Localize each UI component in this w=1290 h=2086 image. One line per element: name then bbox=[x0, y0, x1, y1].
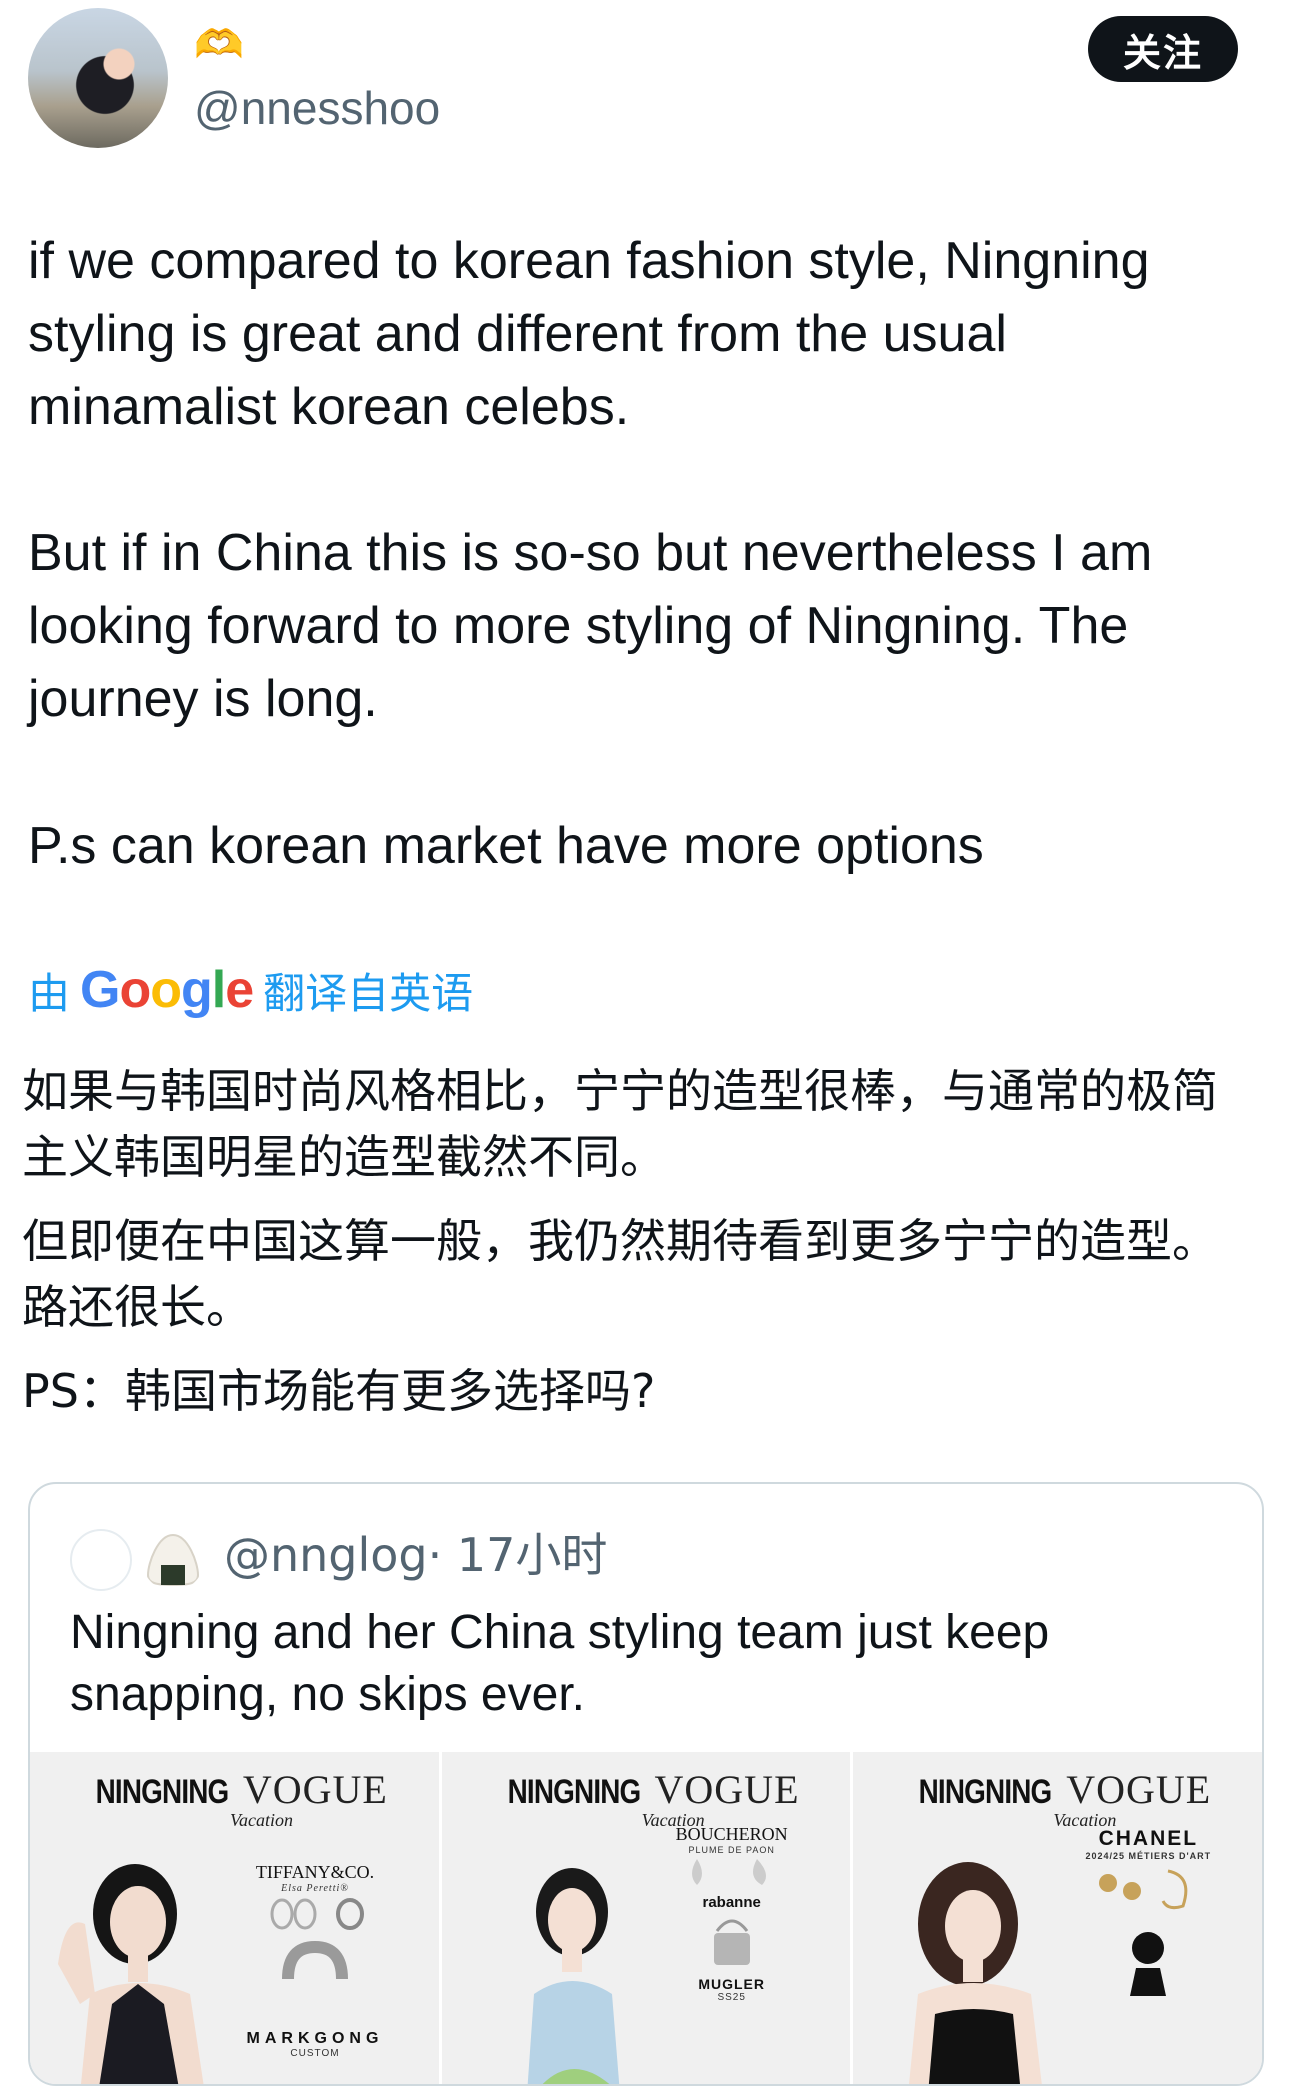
translation-attribution[interactable]: 由 Google 翻译自英语 bbox=[28, 960, 473, 1020]
brand-block-1: CHANEL 2024/25 MÉTIERS D'ART bbox=[1063, 1827, 1233, 2001]
brand-sub-3: SS25 bbox=[717, 1992, 746, 2003]
panel-title: NINGNING bbox=[918, 1773, 1053, 1811]
quote-media-grid[interactable]: NINGNING VOGUE Vacation TIFFANY&CO. Elsa … bbox=[30, 1752, 1262, 2084]
magazine-logo: VOGUE bbox=[654, 1767, 800, 1812]
cuff-bracelet-icon bbox=[282, 1940, 348, 1980]
follow-button[interactable]: 关注 bbox=[1088, 16, 1238, 82]
google-logo-icon: Google bbox=[80, 960, 254, 1020]
tweet-paragraph-3: P.s can korean market have more options bbox=[28, 817, 984, 875]
google-letter: e bbox=[225, 961, 254, 1019]
heart-hands-icon: 🫶 bbox=[194, 23, 244, 67]
panel-header: NINGNING VOGUE Vacation bbox=[442, 1766, 851, 1830]
brand-name: MARKGONG bbox=[246, 2030, 384, 2047]
panel-title: NINGNING bbox=[95, 1773, 229, 1811]
brand-block-2: MARKGONG CUSTOM bbox=[240, 2030, 390, 2059]
brand-name: TIFFANY&CO. bbox=[255, 1862, 375, 1882]
magazine-logo: VOGUE bbox=[1066, 1767, 1212, 1812]
brand-name-3: MUGLER bbox=[698, 1976, 765, 1992]
media-panel-3[interactable]: NINGNING VOGUE Vacation CHANEL 2024/25 MÉ… bbox=[853, 1752, 1262, 2084]
brand-block-1: TIFFANY&CO. Elsa Peretti® bbox=[240, 1862, 390, 1994]
rice-ball-avatar-icon[interactable] bbox=[142, 1529, 204, 1591]
panel-header: NINGNING VOGUE Vacation bbox=[853, 1766, 1262, 1830]
translation-suffix: 翻译自英语 bbox=[263, 969, 474, 1017]
google-letter: G bbox=[80, 961, 120, 1019]
tweet-paragraph-1: if we compared to korean fashion style, … bbox=[28, 232, 1150, 436]
brand-sub: CUSTOM bbox=[290, 2048, 340, 2059]
panel-title: NINGNING bbox=[507, 1773, 641, 1811]
brand-name-2: rabanne bbox=[702, 1894, 761, 1911]
google-letter: o bbox=[119, 961, 151, 1019]
translated-paragraph-2: 但即便在中国这算一般，我仍然期待看到更多宁宁的造型。路还很长。 bbox=[22, 1214, 1218, 1334]
media-panel-2[interactable]: NINGNING VOGUE Vacation BOUCHERON PLUME D… bbox=[441, 1752, 854, 2084]
earring-icon bbox=[270, 1898, 364, 1930]
google-letter: g bbox=[181, 961, 213, 1019]
translated-paragraph-3: PS：韩国市场能有更多选择吗? bbox=[22, 1364, 656, 1418]
brand-sub: 2024/25 MÉTIERS D'ART bbox=[1085, 1851, 1212, 1861]
model-photo bbox=[58, 1864, 204, 2084]
translation-prefix: 由 bbox=[28, 969, 71, 1017]
google-letter: l bbox=[211, 961, 226, 1019]
model-photo bbox=[909, 1862, 1043, 2084]
brand-sub: Elsa Peretti® bbox=[281, 1883, 349, 1894]
quote-handle-and-time[interactable]: @nnglog· 17小时 bbox=[224, 1524, 607, 1586]
tweet-paragraph-2: But if in China this is so-so but nevert… bbox=[28, 524, 1153, 728]
translated-paragraph-1: 如果与韩国时尚风格相比，宁宁的造型很棒，与通常的极简主义韩国明星的造型截然不同。 bbox=[22, 1064, 1218, 1184]
quote-text: Ningning and her China styling team just… bbox=[70, 1606, 1050, 1721]
quote-avatar-placeholder bbox=[70, 1529, 132, 1591]
brand-sub: PLUME DE PAON bbox=[688, 1845, 775, 1855]
quoted-tweet-card[interactable]: @nnglog· 17小时 Ningning and her China sty… bbox=[28, 1482, 1264, 2086]
gold-earrings-icon bbox=[1099, 1869, 1188, 1910]
feather-earrings-icon bbox=[691, 1859, 766, 1885]
author-avatar[interactable] bbox=[28, 8, 168, 148]
model-photo bbox=[527, 1868, 619, 2084]
google-letter: o bbox=[150, 961, 182, 1019]
media-panel-1[interactable]: NINGNING VOGUE Vacation TIFFANY&CO. Elsa … bbox=[30, 1752, 442, 2084]
brand-block-1: BOUCHERON PLUME DE PAON rabanne MUGLER S… bbox=[657, 1824, 807, 2003]
magazine-logo: VOGUE bbox=[242, 1767, 388, 1812]
chain-bag-icon bbox=[713, 1919, 750, 1965]
quote-time: · 17小时 bbox=[427, 1528, 608, 1582]
brand-name: CHANEL bbox=[1098, 1827, 1199, 1850]
black-bag-icon bbox=[1130, 1932, 1167, 1996]
magazine-sub: Vacation bbox=[230, 1810, 293, 1830]
quote-handle[interactable]: @nnglog bbox=[224, 1528, 428, 1582]
author-handle[interactable]: @nnesshoo bbox=[194, 78, 440, 138]
brand-name: BOUCHERON bbox=[675, 1824, 788, 1844]
panel-header: NINGNING VOGUE Vacation bbox=[30, 1766, 439, 1830]
